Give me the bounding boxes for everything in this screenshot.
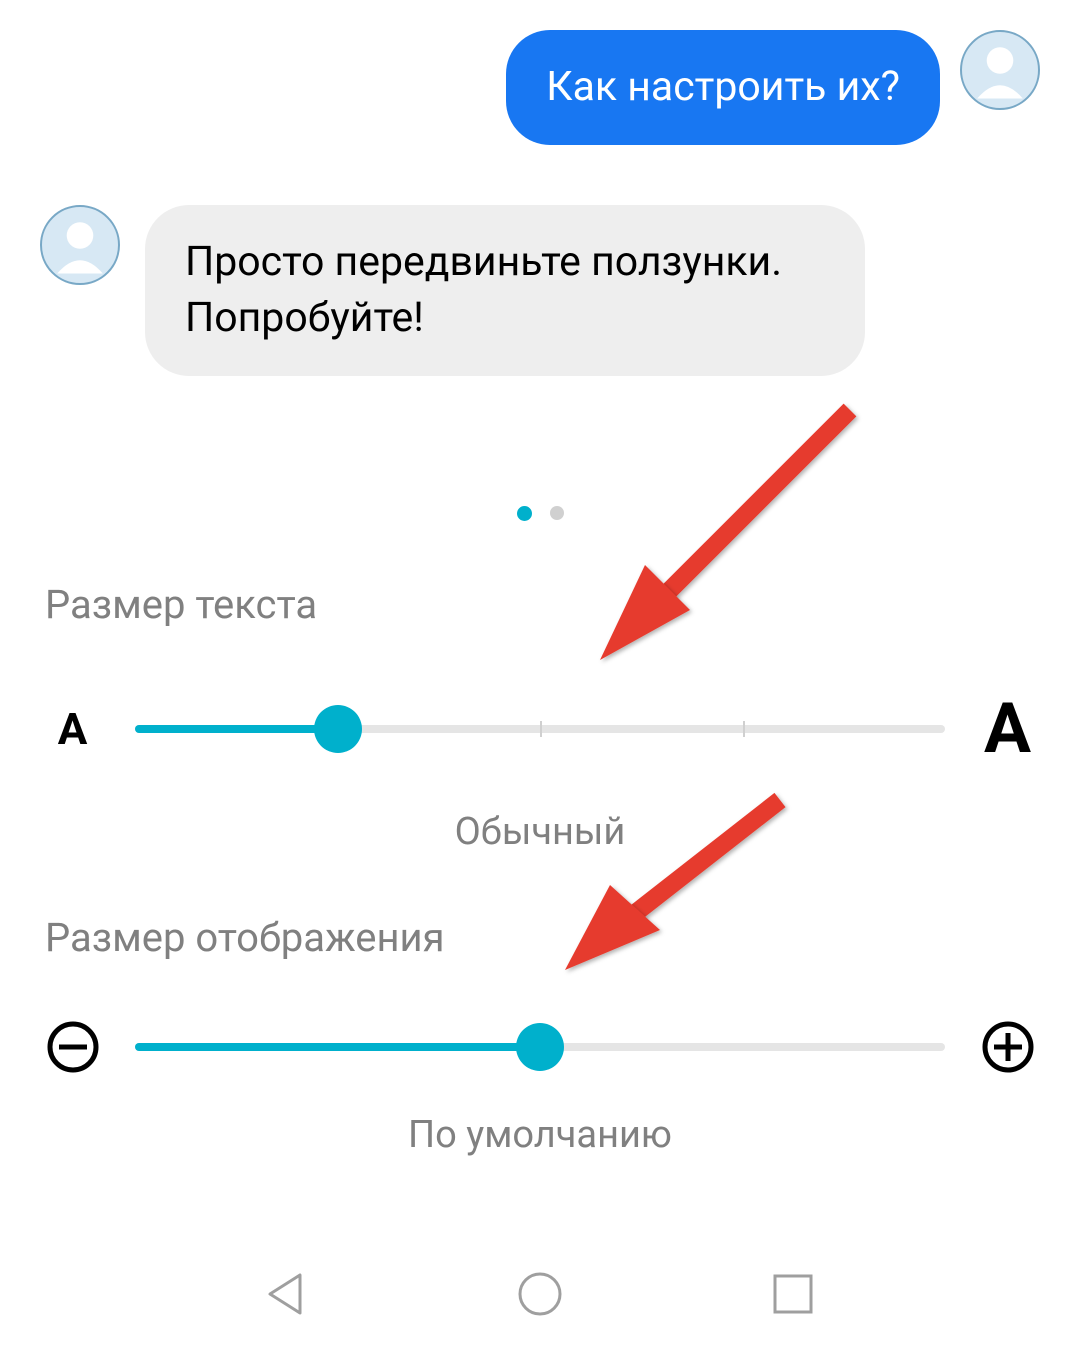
display-size-section: Размер отображения По умолчанию [0, 914, 1080, 1157]
text-size-caption: Обычный [45, 810, 1035, 854]
text-size-thumb[interactable] [314, 705, 362, 753]
chat-outgoing-row: Как настроить их? [0, 0, 1080, 165]
nav-bar [0, 1229, 1080, 1359]
avatar-outgoing [960, 30, 1040, 110]
display-size-thumb[interactable] [516, 1023, 564, 1071]
text-size-slider-row: A A [45, 688, 1035, 770]
nav-home-button[interactable] [512, 1266, 568, 1322]
text-size-slider[interactable] [135, 725, 945, 733]
display-size-title: Размер отображения [45, 914, 1035, 961]
text-size-big-a-icon: A [980, 688, 1035, 770]
display-size-caption: По умолчанию [45, 1113, 1035, 1157]
page-dot-0[interactable] [517, 506, 532, 521]
plus-circle-icon[interactable] [980, 1021, 1035, 1073]
chat-incoming-bubble: Просто передвиньте ползунки. Попробуйте! [145, 205, 865, 376]
page-dot-1[interactable] [550, 506, 564, 520]
avatar-incoming [40, 205, 120, 285]
minus-circle-icon[interactable] [45, 1021, 100, 1073]
nav-back-button[interactable] [259, 1266, 315, 1322]
text-size-small-a-icon: A [45, 703, 100, 755]
page-indicator [0, 506, 1080, 521]
display-size-slider[interactable] [135, 1043, 945, 1051]
display-size-slider-row [45, 1021, 1035, 1073]
nav-recents-button[interactable] [765, 1266, 821, 1322]
text-size-title: Размер текста [45, 581, 1035, 628]
chat-outgoing-bubble: Как настроить их? [506, 30, 940, 145]
text-size-section: Размер текста A A Обычный [0, 581, 1080, 854]
chat-incoming-row: Просто передвиньте ползунки. Попробуйте! [0, 165, 1080, 396]
